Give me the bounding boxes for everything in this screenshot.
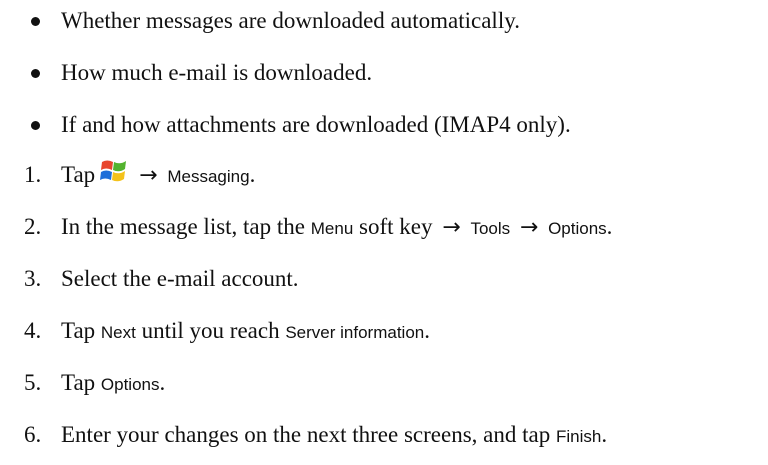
step-item: 1. Tap → Messaging. [0, 155, 768, 195]
document-page: Whether messages are downloaded automati… [0, 0, 768, 465]
step-number: 5. [24, 370, 42, 395]
step-item: 5. Tap Options. [0, 363, 768, 403]
ui-term-server-information: Server information [285, 323, 425, 342]
step-text: In the message list, tap the Menu soft k… [61, 207, 612, 249]
bullet-dot [31, 17, 40, 26]
ui-term-finish: Finish [555, 427, 602, 446]
step-post-text: . [159, 370, 166, 395]
step-post-text: . [424, 318, 430, 343]
step-number: 3. [24, 266, 42, 291]
step-item: 3. Select the e-mail account. [0, 259, 768, 299]
step-number: 2. [24, 214, 42, 239]
windows-start-flag-icon [100, 160, 127, 182]
step-post-text: . [606, 214, 613, 239]
arrow-icon: → [442, 215, 461, 240]
step-pre-text: Tap [61, 370, 96, 395]
arrow-icon: → [139, 163, 158, 188]
step-text: Enter your changes on the next three scr… [61, 415, 607, 457]
bullet-item: If and how attachments are downloaded (I… [0, 105, 768, 145]
bullet-item: How much e-mail is downloaded. [0, 53, 768, 93]
step-pre-text: Enter your changes on the next three scr… [61, 422, 551, 447]
step-post-text: . [249, 162, 256, 187]
step-item: 6. Enter your changes on the next three … [0, 415, 768, 455]
bullet-dot [31, 121, 40, 130]
step-text: Tap → Messaging. [61, 155, 255, 197]
step-item: 2. In the message list, tap the Menu sof… [0, 207, 768, 247]
bullet-text: Whether messages are downloaded automati… [61, 8, 520, 33]
arrow-icon: → [519, 215, 539, 240]
bullet-item: Whether messages are downloaded automati… [0, 1, 768, 41]
step-number: 4. [24, 318, 42, 343]
step-pre-text: In the message list, tap the [61, 214, 305, 239]
step-item: 4. Tap Next until you reach Server infor… [0, 311, 768, 351]
ui-term-options: Options [548, 219, 607, 238]
step-pre-text: Tap [61, 318, 96, 343]
step-pre-text: Tap [61, 162, 96, 187]
ui-term-tools: Tools [470, 219, 511, 238]
bullet-text: If and how attachments are downloaded (I… [61, 112, 571, 137]
bullet-text: How much e-mail is downloaded. [61, 60, 373, 85]
ui-term-next: Next [100, 323, 136, 342]
step-text: Tap Next until you reach Server informat… [61, 311, 430, 353]
ui-term-menu: Menu [310, 219, 354, 238]
step-mid-text: until you reach [141, 318, 280, 343]
step-text: Select the e-mail account. [61, 266, 299, 291]
step-mid-text: soft key [359, 214, 433, 239]
bullet-dot [31, 69, 40, 78]
step-text: Tap Options. [61, 363, 165, 405]
step-post-text: . [601, 422, 608, 447]
ui-term-options: Options [100, 375, 160, 394]
step-number: 6. [24, 422, 42, 447]
step-number: 1. [24, 162, 42, 187]
ui-term-messaging: Messaging [167, 167, 250, 186]
